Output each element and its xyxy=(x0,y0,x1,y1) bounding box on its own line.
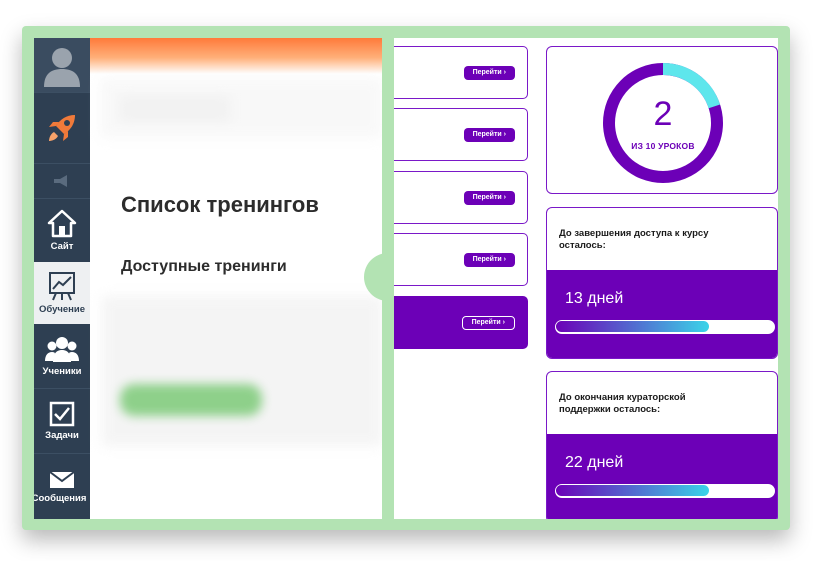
training-list-panel: Сайт Обучение Ученики Задачи Сообщения С… xyxy=(34,38,382,519)
lessons-caption: ИЗ 10 УРОКОВ xyxy=(631,141,695,151)
access-progress-bar xyxy=(555,320,775,334)
users-icon xyxy=(45,337,79,362)
checkbox-icon xyxy=(49,401,75,427)
sidebar-item-label: Сайт xyxy=(50,241,74,252)
section-title: Доступные тренинги xyxy=(121,258,287,275)
sidebar-avatar[interactable] xyxy=(34,38,90,92)
lessons-progress-card: 2 ИЗ 10 УРОКОВ xyxy=(546,46,778,194)
support-progress-fill xyxy=(556,485,709,496)
sidebar-item-messages[interactable]: Сообщения xyxy=(34,454,90,519)
access-box: 13 дней xyxy=(547,270,777,358)
sidebar-item-tasks[interactable]: Задачи xyxy=(34,389,90,453)
sidebar-item-label: Задачи xyxy=(45,430,79,441)
go-button[interactable]: Перейти › xyxy=(463,253,515,267)
sidebar-item-announce[interactable] xyxy=(34,164,90,198)
course-card: Перейти › xyxy=(394,233,528,286)
course-card: Перейти › xyxy=(394,46,528,99)
access-label: До завершения доступа к курсу осталось: xyxy=(559,228,709,251)
sidebar-item-learning[interactable]: Обучение xyxy=(34,262,90,324)
access-progress-fill xyxy=(556,321,709,332)
go-button[interactable]: Перейти › xyxy=(463,128,515,142)
rocket-icon xyxy=(49,115,75,141)
sidebar-item-label: Сообщения xyxy=(34,492,87,504)
envelope-icon xyxy=(49,470,75,488)
header-bar xyxy=(90,38,382,74)
home-icon xyxy=(47,209,77,238)
page-title: Список тренингов xyxy=(121,192,319,217)
sidebar-item-students[interactable]: Ученики xyxy=(34,325,90,387)
blurred-header-area xyxy=(100,78,382,138)
go-button[interactable]: Перейти › xyxy=(463,66,515,80)
sidebar-item-rocket[interactable] xyxy=(34,93,90,163)
sidebar-item-label: Ученики xyxy=(42,366,82,377)
sidebar-item-site[interactable]: Сайт xyxy=(34,199,90,261)
support-remaining-card: До окончания кураторской поддержки остал… xyxy=(546,371,778,519)
chart-board-icon xyxy=(49,272,75,301)
avatar-icon xyxy=(44,48,80,87)
go-button[interactable]: Перейти › xyxy=(463,191,515,205)
lessons-completed: 2 xyxy=(653,95,673,133)
blurred-action-button[interactable] xyxy=(120,384,262,416)
sidebar-item-label: Обучение xyxy=(38,304,86,315)
access-remaining-card: До завершения доступа к курсу осталось: … xyxy=(546,207,778,359)
support-days-value: 22 дней xyxy=(565,454,624,471)
course-progress-panel: Перейти › Перейти › Перейти › Перейти › … xyxy=(394,38,778,519)
blurred-training-card xyxy=(102,296,382,446)
sidebar: Сайт Обучение Ученики Задачи Сообщения xyxy=(34,38,90,519)
course-card-active: Перейти › xyxy=(394,296,528,349)
course-card: Перейти › xyxy=(394,108,528,161)
go-button[interactable]: Перейти › xyxy=(461,316,515,330)
support-progress-bar xyxy=(555,484,775,498)
access-days-value: 13 дней xyxy=(565,290,624,307)
support-box: 22 дней xyxy=(547,434,777,519)
main-content: Список тренингов Доступные тренинги xyxy=(90,38,382,519)
course-card: Перейти › xyxy=(394,171,528,224)
support-label: До окончания кураторской поддержки остал… xyxy=(559,392,686,415)
megaphone-icon xyxy=(54,175,67,187)
